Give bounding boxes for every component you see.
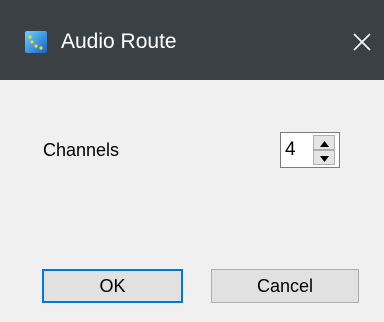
channels-label: Channels	[43, 140, 120, 160]
title-bar[interactable]: Audio Route	[0, 0, 384, 80]
audio-route-dialog: Audio Route Channels 4 OK Cancel	[0, 0, 384, 322]
close-button[interactable]	[340, 20, 384, 64]
window-title: Audio Route	[61, 30, 177, 53]
ok-button[interactable]: OK	[42, 269, 183, 303]
arrow-down-icon	[319, 149, 329, 167]
cancel-button[interactable]: Cancel	[211, 269, 359, 303]
channels-spinner[interactable]: 4	[280, 132, 340, 168]
spin-down-button[interactable]	[313, 150, 335, 165]
channels-value[interactable]: 4	[285, 139, 296, 161]
audio-route-app-icon	[24, 30, 48, 54]
spinner-buttons	[313, 135, 335, 165]
close-icon	[353, 33, 371, 51]
